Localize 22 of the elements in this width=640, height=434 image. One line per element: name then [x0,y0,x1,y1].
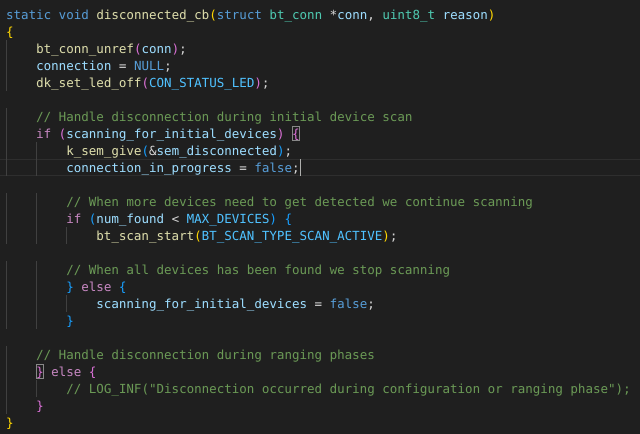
code-line: } [66,312,74,329]
code-line: connection = NULL; [36,57,172,74]
code-comment: // When all devices has been found we stop scanning [66,261,450,278]
code-line: connection_in_progress = false; [66,159,300,176]
text-cursor [300,159,301,176]
code-line: dk_set_led_off(CON_STATUS_LED); [36,74,270,91]
code-line: { [6,23,14,40]
code-comment: // When more devices need to get detected we continue scanning [66,193,533,210]
code-line: } else { [66,278,126,295]
code-comment: // LOG_INF("Disconnection occurred during configuration or ranging phase"); [66,380,631,397]
code-line: } [6,414,14,431]
code-line: if (scanning_for_initial_devices) { [36,125,300,142]
code-line: bt_conn_unref(conn); [36,40,187,57]
code-line: } else { [36,363,96,380]
code-line: bt_scan_start(BT_SCAN_TYPE_SCAN_ACTIVE); [96,227,398,244]
code-line: } [36,397,44,414]
code-line: if (num_found < MAX_DEVICES) { [66,210,292,227]
code-line: static void disconnected_cb(struct bt_conn *conn, uint8_t reason) [6,6,496,23]
code-line: k_sem_give(&sem_disconnected); [66,142,292,159]
code-comment: // Handle disconnection during ranging phases [36,346,375,363]
code-comment: // Handle disconnection during initial device scan [36,108,412,125]
code-line: scanning_for_initial_devices = false; [96,295,375,312]
